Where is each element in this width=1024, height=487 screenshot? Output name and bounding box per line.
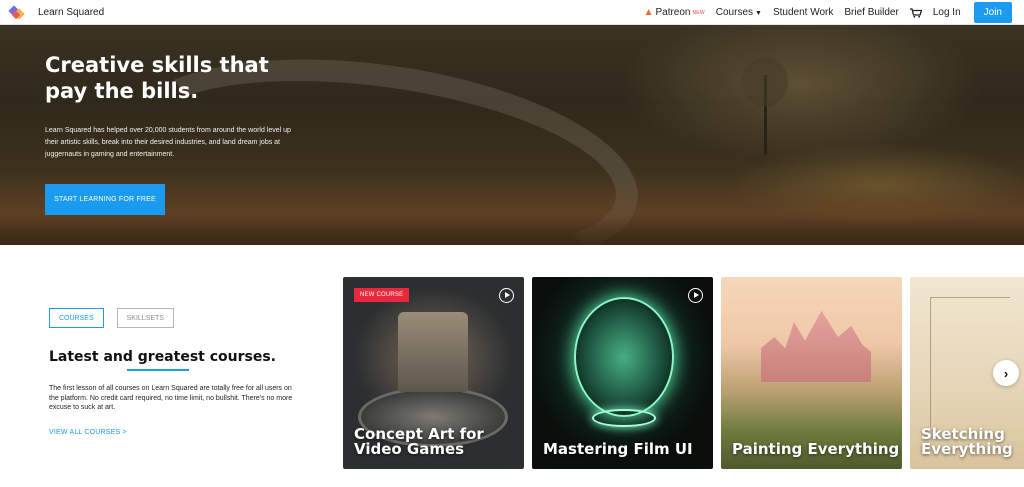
cart-icon[interactable] <box>909 7 922 18</box>
hero-title-line2: pay the bills. <box>45 79 199 103</box>
new-badge: NEW <box>692 9 705 16</box>
hero-title: Creative skills that pay the bills. <box>45 52 305 104</box>
course-card-title: Mastering Film UI <box>543 440 693 458</box>
course-card-title: Painting Everything <box>732 440 900 458</box>
course-card-title: Sketching Everything <box>921 425 1013 458</box>
brand-link[interactable]: Learn Squared <box>8 5 105 20</box>
play-icon[interactable] <box>688 288 703 303</box>
nav-courses-label: Courses <box>715 7 754 18</box>
course-tabs: COURSES SKILLSETS <box>49 308 187 328</box>
hero-description: Learn Squared has helped over 20,000 stu… <box>45 127 291 158</box>
nav-patreon-link[interactable]: ▲ Patreon NEW <box>644 7 705 18</box>
course-card-film-ui[interactable]: Mastering Film UI <box>532 277 713 469</box>
nav-courses-dropdown[interactable]: Courses ▼ <box>716 7 762 18</box>
nav-login-link[interactable]: Log In <box>933 7 961 18</box>
tab-skillsets[interactable]: SKILLSETS <box>116 308 174 328</box>
course-card-painting[interactable]: Painting Everything <box>721 277 902 469</box>
new-course-badge: NEW COURSE <box>354 288 410 302</box>
course-card-title: Concept Art for Video Games <box>354 425 484 458</box>
join-button[interactable]: Join <box>973 2 1012 23</box>
top-nav: Learn Squared ▲ Patreon NEW Courses ▼ Stu… <box>0 0 1024 25</box>
logo-icon <box>8 5 25 20</box>
course-card-concept-art[interactable]: NEW COURSE Concept Art for Video Games <box>343 277 524 469</box>
chevron-down-icon: ▼ <box>755 10 762 17</box>
card-artwork <box>761 310 871 382</box>
carousel-next-icon[interactable]: › <box>993 360 1019 386</box>
flame-icon: ▲ <box>643 7 654 18</box>
nav-brief-builder-link[interactable]: Brief Builder <box>844 7 898 18</box>
title-underline <box>127 369 189 371</box>
nav-student-work-link[interactable]: Student Work <box>773 7 833 18</box>
hero-title-line1: Creative skills that <box>45 53 269 77</box>
section-title: Latest and greatest courses. <box>49 349 276 365</box>
start-learning-button[interactable]: START LEARNING FOR FREE <box>45 184 165 215</box>
hero-banner: Creative skills that pay the bills. Lear… <box>0 25 1024 245</box>
tab-courses[interactable]: COURSES <box>49 308 104 328</box>
nav-links: ▲ Patreon NEW Courses ▼ Student Work Brie… <box>633 0 1012 25</box>
card-artwork <box>574 297 674 417</box>
view-all-courses-link[interactable]: VIEW ALL COURSES > <box>49 429 127 436</box>
nav-patreon-label: Patreon <box>655 7 691 18</box>
brand-name: Learn Squared <box>38 6 105 18</box>
card-artwork-machine <box>398 312 468 392</box>
hero-tree-art <box>742 57 788 155</box>
play-icon[interactable] <box>499 288 514 303</box>
card-artwork-ring <box>592 409 656 427</box>
section-description: The first lesson of all courses on Learn… <box>49 385 293 411</box>
